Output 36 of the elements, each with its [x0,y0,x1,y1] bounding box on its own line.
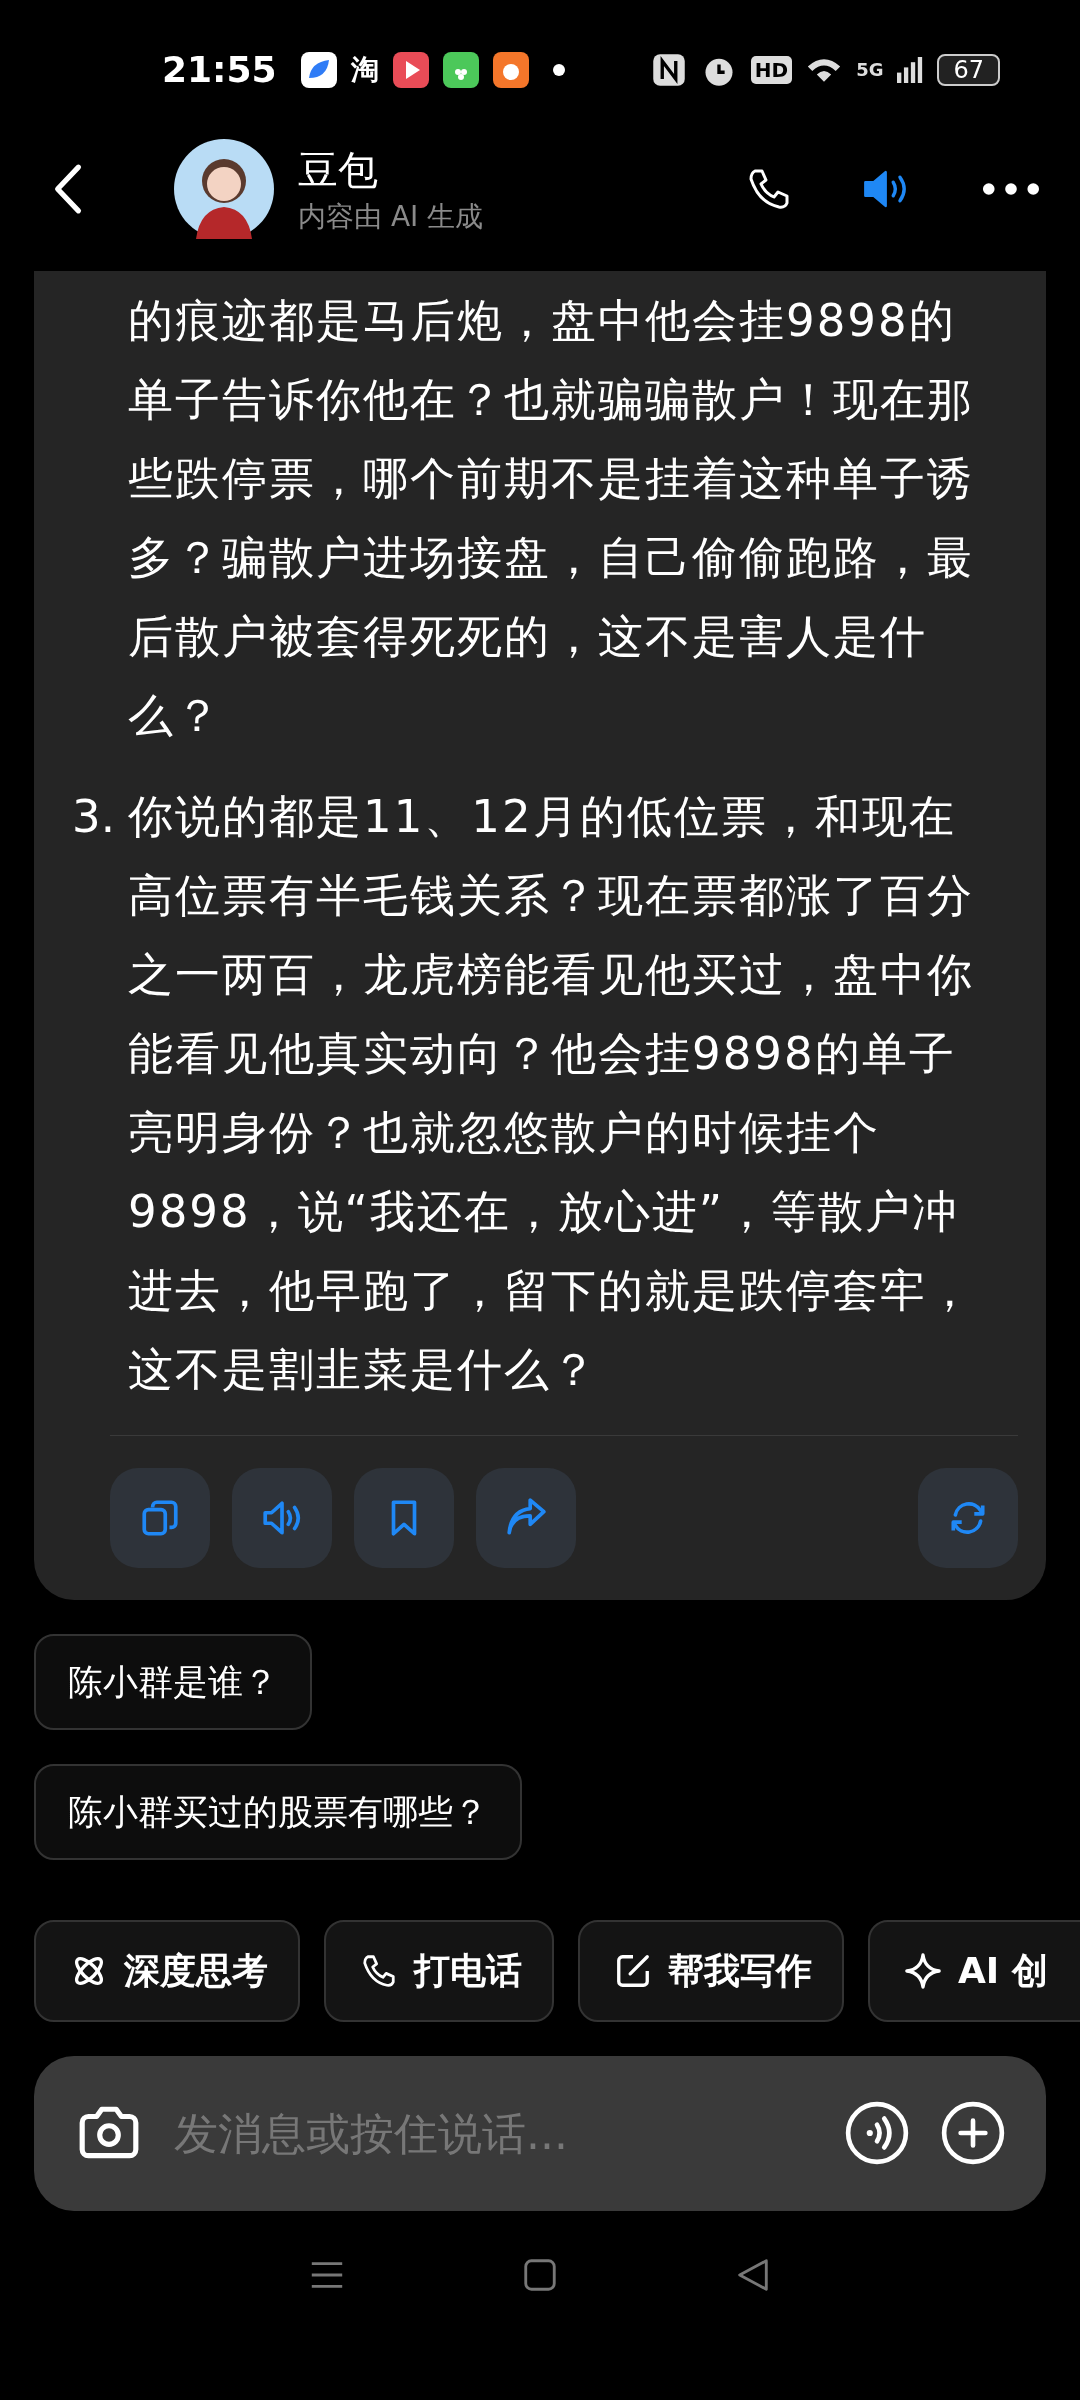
list-number: 3. [72,789,116,845]
status-time: 21:55 [162,49,277,90]
video-app-icon [392,51,429,88]
shortcut-chip[interactable]: 打电话 [324,1920,554,2022]
copy-button[interactable] [110,1468,210,1568]
suggestion-button[interactable]: 陈小群买过的股票有哪些？ [34,1764,522,1860]
hd-label: HD [750,55,793,84]
regenerate-button[interactable] [918,1468,1018,1568]
suggestion-button[interactable]: 陈小群是谁？ [34,1634,312,1730]
voice-icon[interactable] [844,2100,910,2167]
sparkle-icon [904,1952,942,1990]
message-text: 你说的都是11、12月的低位票，和现在高位票有半毛钱关系？现在票都涨了百分之一两百，龙虎榜能看见他买过，盘中你能看见他真实动向？他会挂9898的单子亮明身份？也就忽悠散户的时候挂个9898，说“我还在，放心进”，等散户冲进去，他早跑了，留下的就是跌停套牢，这不是割韭菜是什么？ [128,789,975,1398]
app-icon: 淘 [350,50,379,89]
shortcut-chip[interactable]: AI 创 [868,1920,1080,2022]
signal-icon [897,54,924,85]
add-icon[interactable] [940,2100,1006,2167]
copy-icon [139,1497,181,1539]
nfc-icon [650,51,687,88]
bookmark-button[interactable] [354,1468,454,1568]
read-aloud-button[interactable] [232,1468,332,1568]
chat-subtitle: 内容由 AI 生成 [298,198,484,235]
message-field[interactable]: 发消息或按住说话... [172,2106,814,2160]
edit-icon [614,1952,652,1990]
phone-icon [360,1952,398,1990]
shortcut-chip[interactable]: 深度思考 [34,1920,300,2022]
app-icon [300,51,337,88]
avatar[interactable] [174,139,274,239]
battery-level: 67 [937,53,1000,86]
chat-title: 豆包 [298,145,379,195]
share-button[interactable] [476,1468,576,1568]
notification-dot-icon [552,63,565,76]
app-icon [442,51,479,88]
shortcut-chip[interactable]: 帮我写作 [578,1920,844,2022]
more-icon[interactable] [982,181,1040,197]
network-label: 5G [856,59,884,80]
message-text: 的痕迹都是马后炮，盘中他会挂9898的单子告诉你他在？也就骗骗散户！现在那些跌停票，哪个前期不是挂着这种单子诱多？骗散户进场接盘，自己偷偷跑路，最后散户被套得死死的，这不是害人是什么？ [128,293,975,744]
